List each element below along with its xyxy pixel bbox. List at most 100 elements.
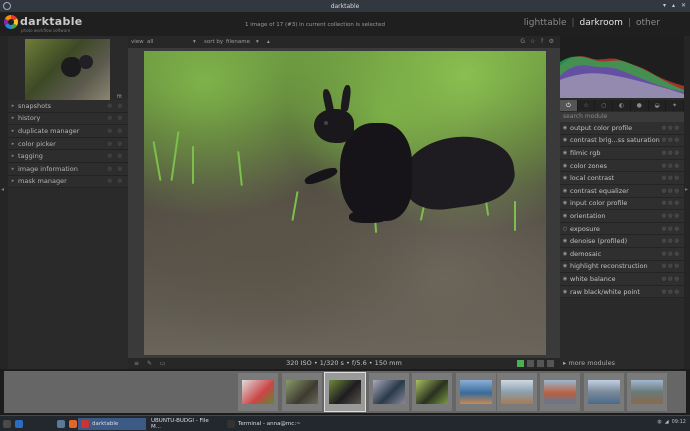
- module-controls[interactable]: ◎ ◎: [108, 166, 124, 172]
- module-highlight-reconstruction[interactable]: ◉ highlight reconstruction ◎◎◎: [560, 260, 684, 274]
- module-orientation[interactable]: ◉ orientation ◎◎◎: [560, 210, 684, 223]
- power-icon[interactable]: ◉: [560, 289, 570, 295]
- filmstrip-thumbnail[interactable]: [540, 373, 580, 411]
- power-icon[interactable]: ○: [560, 226, 570, 232]
- histogram[interactable]: [560, 36, 684, 98]
- module-color-zones[interactable]: ◉ color zones ◎◎◎: [560, 159, 684, 173]
- view-darkroom[interactable]: darkroom: [580, 18, 623, 28]
- sort-order-icon[interactable]: ▴: [267, 39, 270, 45]
- module-demosaic[interactable]: ◉ demosaic ◎◎◎: [560, 247, 684, 261]
- clipping-indicator-icon[interactable]: [537, 360, 544, 367]
- softproof-icon[interactable]: [517, 360, 524, 367]
- module-controls[interactable]: ◎◎◎: [662, 200, 681, 206]
- power-icon[interactable]: ◉: [560, 175, 570, 181]
- power-icon[interactable]: ◉: [560, 188, 570, 194]
- power-icon[interactable]: ◉: [560, 163, 570, 169]
- browser-launcher-icon[interactable]: [12, 418, 26, 430]
- photo-squirrel[interactable]: [144, 51, 546, 355]
- power-icon[interactable]: ◉: [560, 251, 570, 257]
- gear-icon[interactable]: ⚙: [549, 38, 554, 45]
- help-icon[interactable]: ?: [540, 38, 543, 45]
- module-output-color-profile[interactable]: ◉ output color profile ◎◎◎: [560, 122, 684, 135]
- view-lighttable[interactable]: lighttable: [524, 18, 567, 28]
- filmstrip-thumbnail[interactable]: [238, 373, 278, 411]
- clock[interactable]: 09:12: [672, 419, 686, 425]
- dropdown-arrow-icon[interactable]: ▾: [256, 39, 259, 45]
- module-controls[interactable]: ◎ ◎: [108, 115, 124, 121]
- module-local-contrast[interactable]: ◉ local contrast ◎◎◎: [560, 172, 684, 185]
- module-controls[interactable]: ◎◎◎: [662, 263, 681, 269]
- quick-access-icon[interactable]: ≡: [134, 360, 142, 367]
- minimize-icon[interactable]: ▾: [663, 2, 666, 9]
- module-image-information[interactable]: ▸ image information ◎ ◎: [8, 162, 128, 176]
- module-controls[interactable]: ◎◎◎: [662, 125, 681, 131]
- module-denoise-profiled[interactable]: ◉ denoise (profiled) ◎◎◎: [560, 235, 684, 248]
- gamut-check-icon[interactable]: [527, 360, 534, 367]
- module-filmic-rgb[interactable]: ◉ filmic rgb ◎◎◎: [560, 147, 684, 160]
- filmstrip-thumbnail[interactable]: [412, 373, 452, 411]
- module-snapshots[interactable]: ▸ snapshots ◎ ◎: [8, 100, 128, 113]
- filmstrip-thumbnail[interactable]: [369, 373, 409, 411]
- module-exposure[interactable]: ○ exposure ◎◎◎: [560, 222, 684, 236]
- taskbar-terminal[interactable]: Terminal - anna@mc:~: [224, 418, 304, 430]
- base-group-icon[interactable]: ○: [595, 100, 614, 111]
- filmstrip-thumbnail[interactable]: [456, 373, 496, 411]
- window-menu-icon[interactable]: [3, 2, 11, 10]
- module-controls[interactable]: ◎◎◎: [662, 150, 681, 156]
- module-controls[interactable]: ◎ ◎: [108, 178, 124, 184]
- effect-group-icon[interactable]: ✦: [666, 100, 685, 111]
- dropdown-arrow-icon[interactable]: ▾: [193, 39, 196, 45]
- filmstrip-thumbnail[interactable]: [584, 373, 624, 411]
- taskbar-darktable[interactable]: darktable: [78, 418, 146, 430]
- power-icon[interactable]: ◉: [560, 263, 570, 269]
- power-icon[interactable]: ◉: [560, 150, 570, 156]
- maximize-icon[interactable]: ▴: [672, 2, 675, 9]
- module-controls[interactable]: ◎ ◎: [108, 153, 124, 159]
- second-window-icon[interactable]: ▭: [160, 360, 169, 367]
- power-icon[interactable]: ⏻: [560, 100, 578, 111]
- module-controls[interactable]: ◎◎◎: [662, 289, 681, 295]
- power-icon[interactable]: ◉: [560, 213, 570, 219]
- module-controls[interactable]: ◎◎◎: [662, 251, 681, 257]
- color-group-icon[interactable]: ●: [631, 100, 649, 111]
- module-tagging[interactable]: ▸ tagging ◎ ◎: [8, 150, 128, 163]
- power-icon[interactable]: ◉: [560, 137, 570, 143]
- correct-group-icon[interactable]: ◒: [649, 100, 667, 111]
- module-input-color-profile[interactable]: ◉ input color profile ◎◎◎: [560, 197, 684, 211]
- module-controls[interactable]: ◎◎◎: [662, 175, 681, 181]
- collapse-right-icon[interactable]: ▸: [685, 186, 688, 193]
- right-panel-collapse[interactable]: [684, 36, 690, 369]
- module-white-balance[interactable]: ◉ white balance ◎◎◎: [560, 273, 684, 286]
- volume-icon[interactable]: ◢: [665, 419, 669, 425]
- module-controls[interactable]: ◎ ◎: [108, 128, 124, 134]
- styles-icon[interactable]: ✎: [147, 360, 155, 367]
- module-contrast-equalizer[interactable]: ◉ contrast equalizer ◎◎◎: [560, 184, 684, 198]
- focus-peaking-icon[interactable]: [547, 360, 554, 367]
- navigation-preview[interactable]: [25, 39, 110, 100]
- module-controls[interactable]: ◎◎◎: [662, 213, 681, 219]
- module-controls[interactable]: ◎◎◎: [662, 276, 681, 282]
- module-controls[interactable]: ◎◎◎: [662, 137, 681, 143]
- module-color-picker[interactable]: ▸ color picker ◎ ◎: [8, 137, 128, 151]
- module-controls[interactable]: ◎◎◎: [662, 226, 681, 232]
- module-controls[interactable]: ◎ ◎: [108, 141, 124, 147]
- more-modules-expander[interactable]: ▸ more modules: [560, 358, 684, 368]
- module-controls[interactable]: ◎◎◎: [662, 238, 681, 244]
- left-panel-collapse[interactable]: [0, 36, 8, 369]
- module-contrast-brightness-saturation[interactable]: ◉ contrast brig...ss saturation ◎◎◎: [560, 134, 684, 148]
- close-icon[interactable]: ✕: [681, 2, 686, 9]
- star-icon[interactable]: ☆: [530, 38, 535, 45]
- sort-select[interactable]: filename: [226, 39, 250, 45]
- power-icon[interactable]: ◉: [560, 125, 570, 131]
- module-history[interactable]: ▸ history ◎ ◎: [8, 112, 128, 126]
- power-icon[interactable]: ◉: [560, 276, 570, 282]
- module-duplicate-manager[interactable]: ▸ duplicate manager ◎ ◎: [8, 125, 128, 138]
- module-controls[interactable]: ◎ ◎: [108, 103, 124, 109]
- network-icon[interactable]: ◍: [657, 419, 661, 425]
- module-controls[interactable]: ◎◎◎: [662, 188, 681, 194]
- taskbar-file-manager[interactable]: UBUNTU-BUDGI - File M...: [148, 418, 222, 430]
- module-mask-manager[interactable]: ▸ mask manager ◎ ◎: [8, 175, 128, 189]
- grouping-icon[interactable]: G: [520, 38, 525, 45]
- filmstrip-thumbnail[interactable]: [497, 373, 537, 411]
- image-canvas[interactable]: [128, 48, 560, 358]
